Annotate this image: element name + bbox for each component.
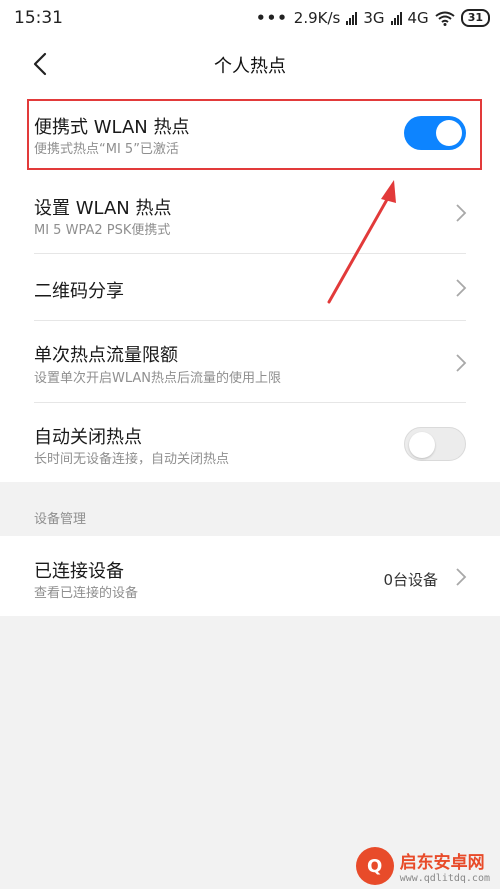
qr-share-row[interactable]: 二维码分享 <box>0 254 500 321</box>
portable-hotspot-toggle[interactable] <box>404 116 466 150</box>
auto-off-title: 自动关闭热点 <box>34 427 142 448</box>
portable-hotspot-subtitle: 便携式热点“MI 5”已激活 <box>34 142 179 157</box>
page-title: 个人热点 <box>214 56 286 77</box>
data-limit-subtitle: 设置单次开启WLAN热点后流量的使用上限 <box>34 371 282 386</box>
network-4g-label: 4G <box>407 9 429 27</box>
toggle-knob <box>436 120 462 146</box>
chevron-right-icon <box>456 354 467 372</box>
device-management-card: 已连接设备 查看已连接的设备 0台设备 <box>0 536 500 616</box>
connected-devices-subtitle: 查看已连接的设备 <box>34 586 139 601</box>
chevron-right-icon <box>456 204 467 222</box>
setup-hotspot-subtitle: MI 5 WPA2 PSK便携式 <box>34 223 171 238</box>
setup-hotspot-title: 设置 WLAN 热点 <box>34 198 172 219</box>
clock: 15:31 <box>14 8 63 28</box>
chevron-right-icon <box>456 279 467 297</box>
data-limit-title: 单次热点流量限额 <box>34 345 178 366</box>
watermark-logo-icon: Q <box>355 847 394 885</box>
auto-off-row[interactable]: 自动关闭热点 长时间无设备连接，自动关闭热点 <box>0 403 500 482</box>
chevron-right-icon <box>456 568 467 586</box>
hotspot-settings-card: 便携式 WLAN 热点 便携式热点“MI 5”已激活 设置 WLAN 热点 MI… <box>0 92 500 482</box>
data-limit-row[interactable]: 单次热点流量限额 设置单次开启WLAN热点后流量的使用上限 <box>0 321 500 403</box>
section-label-device-management: 设备管理 <box>34 512 87 527</box>
auto-off-subtitle: 长时间无设备连接，自动关闭热点 <box>34 452 230 467</box>
network-speed: 2.9K/s <box>293 9 341 27</box>
portable-hotspot-title: 便携式 WLAN 热点 <box>34 117 190 138</box>
watermark-name: 启东安卓网 <box>399 853 485 873</box>
battery-icon: 31 <box>460 9 490 27</box>
setup-hotspot-row[interactable]: 设置 WLAN 热点 MI 5 WPA2 PSK便携式 <box>0 170 500 254</box>
connected-devices-row[interactable]: 已连接设备 查看已连接的设备 0台设备 <box>0 536 500 616</box>
connected-devices-title: 已连接设备 <box>34 561 124 582</box>
portable-hotspot-row[interactable]: 便携式 WLAN 热点 便携式热点“MI 5”已激活 <box>0 92 500 170</box>
status-bar: 15:31 ••• 2.9K/s 3G 4G 31 <box>0 0 500 36</box>
qr-share-title: 二维码分享 <box>34 281 124 302</box>
more-notifications-icon: ••• <box>256 9 288 27</box>
signal-icon <box>346 11 358 25</box>
header: 个人热点 <box>0 36 500 92</box>
signal-icon <box>390 11 402 25</box>
wifi-icon <box>435 11 455 26</box>
connected-devices-count: 0台设备 <box>383 571 438 589</box>
watermark: Q 启东安卓网 www.qdlitdq.com <box>355 847 490 885</box>
watermark-url: www.qdlitdq.com <box>399 873 490 884</box>
network-3g-label: 3G <box>363 9 385 27</box>
auto-off-toggle[interactable] <box>404 427 466 461</box>
toggle-knob <box>409 432 435 458</box>
status-icons: ••• 2.9K/s 3G 4G 31 <box>256 9 490 27</box>
